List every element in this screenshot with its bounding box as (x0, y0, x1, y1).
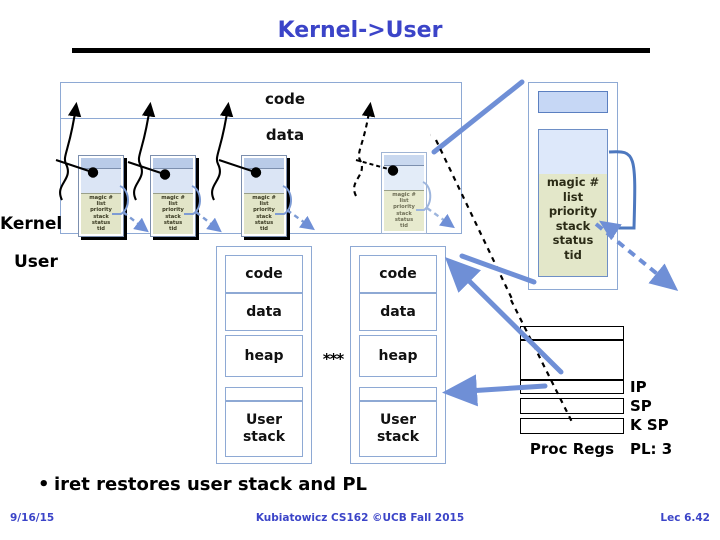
kernel-thread-block-3: magic # list priority stack status tid (241, 155, 290, 240)
segment-data: data (225, 293, 303, 331)
tcb-fields: magic # list priority stack status tid (244, 193, 284, 234)
bullet-text: iret restores user stack and PL (54, 474, 367, 495)
segment-heap: heap (359, 335, 437, 377)
user-stack-line2: stack (242, 429, 286, 445)
bullet-line: • iret restores user stack and PL (38, 474, 638, 495)
proc-regs-caption: Proc Regs (529, 440, 615, 458)
segment-data: data (359, 293, 437, 331)
proc-reg-row-ksp (520, 418, 624, 434)
segment-user-stack: User stack (359, 401, 437, 457)
bullet-marker: • (38, 474, 50, 495)
tcb-header-band (81, 158, 121, 169)
page-title: Kernel->User (277, 18, 443, 43)
segment-heap: heap (225, 335, 303, 377)
magnified-tcb-header (538, 91, 608, 113)
reg-label-sp: SP (630, 397, 652, 415)
tcb-field-list: list (562, 189, 584, 204)
user-process-2: code data heap User stack (350, 246, 446, 464)
slide-canvas: Kernel->User code data magic # list priori… (0, 0, 720, 540)
tcb-field-tid: tid (564, 247, 582, 262)
kernel-data-label: data (265, 126, 305, 144)
slide-footer: 9/16/15 Kubiatowicz CS162 ©UCB Fall 2015… (0, 512, 720, 532)
kernel-thread-block-4: magic # list priority stack status tid (381, 152, 427, 234)
kernel-thread-block-1: magic # list priority stack status tid (78, 155, 127, 240)
segment-gap (225, 387, 303, 401)
segment-code: code (359, 255, 437, 293)
title-divider (72, 48, 650, 53)
reg-label-ip: IP (630, 378, 647, 396)
proc-reg-row-sp (520, 398, 624, 414)
proc-reg-row-body (520, 340, 624, 380)
tcb-header-band (153, 158, 193, 169)
kernel-code-data-divider (60, 118, 462, 119)
tcb-stack-area (384, 166, 424, 190)
footer-lecture-number: Lec 6.42 (660, 512, 710, 524)
reg-label-pl: PL: 3 (630, 440, 673, 458)
tcb-header-band (384, 155, 424, 166)
segment-user-stack: User stack (225, 401, 303, 457)
footer-attribution: Kubiatowicz CS162 ©UCB Fall 2015 (255, 512, 465, 524)
kernel-label: Kernel (0, 214, 63, 234)
user-process-1: code data heap User stack (216, 246, 312, 464)
tcb-fields: magic # list priority stack status tid (384, 190, 424, 231)
user-stack-line1: User (379, 412, 417, 428)
tcb-field-stack: stack (555, 218, 591, 233)
kernel-thread-block-2: magic # list priority stack status tid (150, 155, 199, 240)
reg-label-ksp: K SP (630, 416, 669, 434)
user-stack-line2: stack (376, 429, 420, 445)
segment-code: code (225, 255, 303, 293)
user-stack-line1: User (245, 412, 283, 428)
proc-reg-row-ip (520, 380, 624, 394)
magnified-tcb-fields: magic # list priority stack status tid (538, 174, 608, 277)
tcb-field-status: status (552, 233, 594, 247)
tcb-stack-area (244, 169, 284, 193)
tcb-header-band (244, 158, 284, 169)
tcb-fields: magic # list priority stack status tid (153, 193, 193, 234)
tcb-stack-area (153, 169, 193, 193)
tcb-field-magic: magic # (546, 175, 600, 189)
proc-reg-row-top (520, 326, 624, 340)
tcb-fields: magic # list priority stack status tid (81, 193, 121, 234)
tcb-stack-area (81, 169, 121, 193)
segment-gap (359, 387, 437, 401)
kernel-code-label: code (264, 90, 306, 108)
process-ellipsis: *** (322, 350, 345, 368)
tcb-field-priority: priority (548, 204, 598, 218)
magnified-tcb-stack-area (538, 129, 608, 174)
user-label: User (14, 252, 58, 272)
